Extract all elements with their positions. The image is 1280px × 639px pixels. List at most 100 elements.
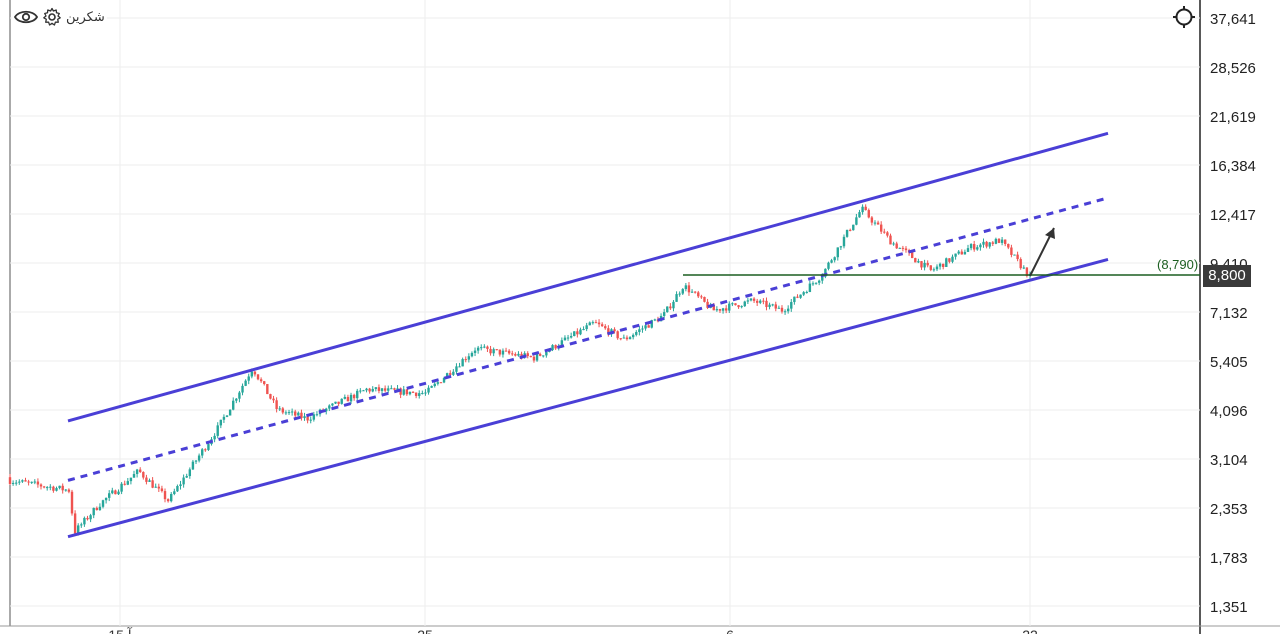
candle-body bbox=[653, 319, 657, 321]
candle-body bbox=[337, 401, 340, 404]
chart-root[interactable]: 37,64128,52621,61916,38412,4179,4107,132… bbox=[0, 0, 1280, 639]
candle-body bbox=[628, 337, 632, 340]
candle-body bbox=[554, 345, 557, 349]
candle-body bbox=[855, 217, 858, 225]
candle-body bbox=[492, 349, 495, 354]
candle-body bbox=[253, 371, 257, 375]
candle-body bbox=[278, 408, 281, 410]
candle-body bbox=[762, 300, 765, 302]
candle-body bbox=[752, 298, 756, 301]
candle-body bbox=[678, 293, 681, 295]
candle-body bbox=[498, 349, 502, 355]
candle-body bbox=[619, 338, 622, 340]
candle-body bbox=[365, 388, 368, 391]
candle-body bbox=[876, 222, 880, 225]
candle-body bbox=[132, 474, 136, 478]
candle-body bbox=[340, 398, 343, 404]
candle-body bbox=[290, 411, 294, 413]
candle-body bbox=[346, 396, 350, 402]
gear-icon[interactable] bbox=[42, 7, 62, 27]
candle-body bbox=[532, 356, 536, 361]
candle-body bbox=[808, 283, 812, 292]
candle-body bbox=[241, 385, 244, 393]
candle-body bbox=[718, 309, 722, 311]
chart-canvas[interactable]: 37,64128,52621,61916,38412,4179,4107,132… bbox=[0, 0, 1280, 639]
candle-body bbox=[901, 247, 905, 249]
candle-body bbox=[681, 289, 684, 294]
eye-icon[interactable] bbox=[14, 9, 38, 25]
candle-body bbox=[139, 469, 142, 473]
candle-body bbox=[179, 484, 182, 487]
candle-body bbox=[393, 388, 396, 390]
x-tick-label: 6 bbox=[726, 627, 734, 634]
crosshair-icon[interactable] bbox=[1172, 5, 1196, 29]
candle-body bbox=[1003, 239, 1007, 244]
candle-body bbox=[600, 324, 604, 327]
candle-body bbox=[604, 326, 607, 329]
candle-body bbox=[126, 481, 130, 485]
candle-body bbox=[830, 260, 833, 263]
candle-body bbox=[625, 337, 629, 340]
candle-body bbox=[569, 336, 573, 338]
candle-body bbox=[542, 355, 545, 357]
candle-body bbox=[263, 381, 266, 385]
y-tick-label: 7,132 bbox=[1210, 305, 1248, 322]
candle-body bbox=[414, 392, 418, 396]
candle-body bbox=[994, 238, 998, 244]
candle-body bbox=[799, 294, 802, 298]
candle-body bbox=[817, 280, 821, 283]
candle-body bbox=[631, 334, 635, 338]
candle-body bbox=[883, 231, 886, 233]
candle-body bbox=[976, 247, 979, 250]
candle-body bbox=[185, 476, 188, 478]
candle-body bbox=[480, 347, 483, 349]
candle-body bbox=[157, 486, 161, 489]
candle-body bbox=[343, 396, 347, 399]
x-tick-label: 25 bbox=[417, 627, 433, 634]
candle-body bbox=[182, 477, 185, 485]
candle-body bbox=[892, 243, 895, 245]
candle-body bbox=[154, 486, 157, 488]
candle-body bbox=[101, 500, 105, 507]
candle-body bbox=[768, 304, 771, 308]
candle-body bbox=[514, 354, 517, 356]
candle-body bbox=[687, 285, 691, 293]
candle-body bbox=[225, 415, 229, 417]
candle-body bbox=[222, 416, 226, 420]
y-tick-label: 21,619 bbox=[1210, 109, 1256, 126]
x-tick-label: 22 bbox=[1022, 627, 1038, 634]
candle-body bbox=[173, 491, 176, 495]
candle-body bbox=[191, 461, 195, 470]
candle-body bbox=[889, 235, 892, 245]
candle-body bbox=[852, 224, 855, 231]
y-tick-label: 2,353 bbox=[1210, 501, 1248, 518]
candle-body bbox=[18, 481, 21, 483]
candle-body bbox=[15, 482, 18, 484]
candle-body bbox=[1016, 254, 1019, 260]
candle-body bbox=[740, 306, 743, 308]
candle-body bbox=[368, 388, 371, 392]
candle-body bbox=[690, 291, 694, 293]
candle-body bbox=[941, 263, 945, 267]
candle-body bbox=[507, 350, 511, 354]
candle-body bbox=[538, 353, 542, 356]
candle-body bbox=[988, 242, 991, 247]
candle-body bbox=[594, 322, 598, 324]
y-tick-label: 12,417 bbox=[1210, 207, 1256, 224]
candle-body bbox=[966, 248, 970, 252]
candle-body bbox=[861, 206, 864, 213]
candle-body bbox=[786, 308, 790, 312]
candle-body bbox=[585, 325, 588, 330]
candle-body bbox=[1022, 267, 1025, 269]
candle-body bbox=[777, 307, 781, 309]
candle-body bbox=[235, 398, 238, 401]
candle-body bbox=[123, 483, 126, 485]
candle-body bbox=[870, 217, 874, 223]
candle-body bbox=[52, 486, 55, 491]
candle-body bbox=[309, 419, 312, 421]
candle-body bbox=[622, 337, 626, 339]
candle-body bbox=[486, 346, 489, 349]
candle-body bbox=[1010, 247, 1013, 255]
candle-body bbox=[641, 328, 644, 330]
candle-body bbox=[638, 329, 641, 333]
